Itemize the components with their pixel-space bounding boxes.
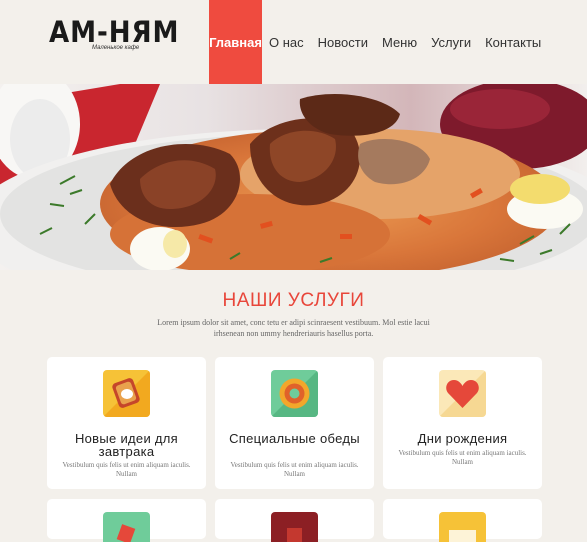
- service-card-title: Специальные обеды: [229, 431, 360, 446]
- service-card[interactable]: [383, 499, 542, 542]
- hero-image: [0, 84, 587, 270]
- service-card[interactable]: [47, 499, 206, 542]
- service-card[interactable]: [215, 499, 374, 542]
- lunch-icon: [271, 370, 318, 417]
- pilaf-dish-image: [0, 84, 587, 270]
- nav-item-contacts[interactable]: Контакты: [478, 0, 548, 84]
- service-card-text: Vestibulum quis felis ut enim aliquam ia…: [62, 461, 191, 478]
- service-card-birthdays[interactable]: Дни рождения Vestibulum quis felis ut en…: [383, 357, 542, 489]
- service-card-breakfast[interactable]: Новые идеи для завтрака Vestibulum quis …: [47, 357, 206, 489]
- service-icon: [271, 512, 318, 542]
- nav-item-about[interactable]: О нас: [262, 0, 311, 84]
- nav-item-menu[interactable]: Меню: [375, 0, 424, 84]
- service-card-title: Дни рождения: [417, 431, 508, 446]
- service-card-text: Vestibulum quis felis ut enim aliquam ia…: [398, 449, 527, 466]
- logo-subtitle: Маленькое кафе: [92, 45, 140, 51]
- service-icon: [439, 512, 486, 542]
- header: АМ-НЯМ Маленькое кафе Главная О нас Ново…: [0, 0, 587, 84]
- nav-item-news[interactable]: Новости: [311, 0, 375, 84]
- services-intro: Lorem ipsum dolor sit amet, conc tetu er…: [157, 318, 430, 338]
- breakfast-icon: [103, 370, 150, 417]
- service-icon: [103, 512, 150, 542]
- service-card-text: Vestibulum quis felis ut enim aliquam ia…: [230, 461, 359, 478]
- nav-item-home[interactable]: Главная: [209, 0, 262, 84]
- service-card-lunch[interactable]: Специальные обеды Vestibulum quis felis …: [215, 357, 374, 489]
- main-nav: Главная О нас Новости Меню Услуги Контак…: [209, 0, 548, 84]
- nav-item-services[interactable]: Услуги: [424, 0, 478, 84]
- service-card-title: Новые идеи для завтрака: [74, 431, 179, 459]
- heart-icon: [439, 370, 486, 417]
- services-title: НАШИ УСЛУГИ: [222, 290, 365, 311]
